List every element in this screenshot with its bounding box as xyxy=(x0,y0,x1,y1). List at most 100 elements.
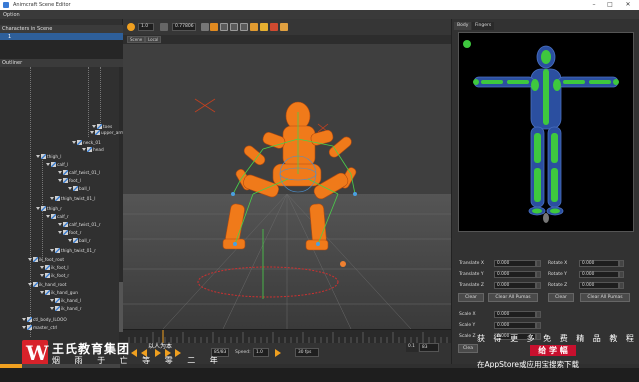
camera-icon[interactable] xyxy=(250,23,258,31)
light-icon[interactable] xyxy=(260,23,268,31)
expand-arrow-icon[interactable] xyxy=(28,283,32,286)
expand-arrow-icon[interactable] xyxy=(58,171,62,174)
outliner-row[interactable]: head xyxy=(82,147,104,153)
expand-arrow-icon[interactable] xyxy=(40,291,44,294)
scale-x-spinner[interactable] xyxy=(536,311,541,318)
expand-arrow-icon[interactable] xyxy=(40,274,44,277)
outliner-row[interactable]: calf_r xyxy=(46,214,69,220)
root-selector[interactable] xyxy=(543,213,549,223)
expand-arrow-icon[interactable] xyxy=(50,197,54,200)
translate-z-input[interactable]: 0.000 xyxy=(494,282,536,289)
tab-fingers[interactable]: Fingers xyxy=(472,22,495,30)
loop-icon[interactable] xyxy=(275,349,281,357)
outliner-row[interactable]: ik_hand_root xyxy=(28,282,66,288)
speed-field[interactable]: 1.0 xyxy=(253,348,269,357)
translate-y-input[interactable]: 0.000 xyxy=(494,271,536,278)
rotate-y-spinner[interactable] xyxy=(619,271,624,278)
outliner-row[interactable]: foot_r xyxy=(58,230,81,236)
expand-arrow-icon[interactable] xyxy=(46,163,50,166)
toolbar-field-1[interactable]: 1.0 xyxy=(138,23,154,31)
outliner-row[interactable]: ik_hand_l xyxy=(50,298,81,304)
3d-viewport[interactable] xyxy=(123,44,451,329)
outliner-row[interactable]: thigh_twist_01_l xyxy=(50,196,95,202)
outliner-row[interactable]: ctl_body_ILOOO xyxy=(22,317,67,323)
tab-body[interactable]: Body xyxy=(454,22,472,30)
expand-arrow-icon[interactable] xyxy=(50,307,54,310)
tab-local[interactable]: Local xyxy=(145,36,162,43)
expand-arrow-icon[interactable] xyxy=(68,187,72,190)
outliner-row[interactable]: foot_l xyxy=(58,178,81,184)
expand-arrow-icon[interactable] xyxy=(28,258,32,261)
rotate-x-input[interactable]: 0.000 xyxy=(579,260,619,267)
expand-arrow-icon[interactable] xyxy=(50,249,54,252)
scale-y-input[interactable]: 0.000 xyxy=(494,322,536,329)
expand-arrow-icon[interactable] xyxy=(40,266,44,269)
outliner-row[interactable]: upper_arm xyxy=(90,130,123,136)
outliner-row[interactable]: thigh_r xyxy=(36,206,62,212)
frame-count-field[interactable]: 83 xyxy=(419,343,439,352)
expand-arrow-icon[interactable] xyxy=(58,179,62,182)
clear-scale-button[interactable]: Clea xyxy=(458,344,478,353)
scale-x-input[interactable]: 0.000 xyxy=(494,311,536,318)
outliner-row[interactable]: master_ctrl xyxy=(22,325,57,331)
expand-arrow-icon[interactable] xyxy=(22,318,26,321)
expand-arrow-icon[interactable] xyxy=(36,155,40,158)
expand-arrow-icon[interactable] xyxy=(50,299,54,302)
maximize-button[interactable]: □ xyxy=(604,1,616,9)
translate-y-spinner[interactable] xyxy=(536,271,541,278)
expand-arrow-icon[interactable] xyxy=(90,131,94,134)
outliner-row[interactable]: ik_foot_r xyxy=(40,273,69,279)
expand-arrow-icon[interactable] xyxy=(68,239,72,242)
outliner-row[interactable]: thigh_l xyxy=(36,154,61,160)
character-list-item[interactable]: 1 xyxy=(0,33,123,40)
expand-arrow-icon[interactable] xyxy=(92,125,96,128)
outliner-row[interactable]: ik_foot_root xyxy=(28,257,64,263)
scale-y-spinner[interactable] xyxy=(536,322,541,329)
pivot-marker[interactable] xyxy=(340,261,346,267)
outliner-row[interactable]: calf_twist_01_l xyxy=(58,170,100,176)
outliner-row[interactable]: neck_01 xyxy=(72,140,101,146)
expand-arrow-icon[interactable] xyxy=(58,231,62,234)
measure-icon[interactable] xyxy=(160,23,168,31)
clear-translate-button[interactable]: Clear xyxy=(458,293,484,302)
close-button[interactable]: ✕ xyxy=(622,1,634,9)
toolbar-field-2[interactable]: 0.77806 xyxy=(172,23,196,31)
grid-icon[interactable] xyxy=(230,23,238,31)
flag-icon[interactable] xyxy=(270,23,278,31)
grid-icon[interactable] xyxy=(220,23,228,31)
outliner-row[interactable]: ik_hand_r xyxy=(50,306,82,312)
expand-arrow-icon[interactable] xyxy=(58,223,62,226)
outliner-row[interactable]: ik_hand_gun xyxy=(40,290,78,296)
outliner-tree[interactable]: toes upper_arm neck_01 head thigh_l calf_l cal… xyxy=(0,67,123,347)
clear-all-pumas-button[interactable]: Clear All Pumas xyxy=(488,293,538,302)
outliner-row[interactable]: ball_l xyxy=(68,186,90,192)
body-picker[interactable] xyxy=(458,32,634,232)
timeline-ruler[interactable] xyxy=(123,329,451,344)
bone-selectors[interactable] xyxy=(473,50,619,214)
rotate-x-spinner[interactable] xyxy=(619,260,624,267)
wireframe-icon[interactable] xyxy=(240,23,248,31)
expand-arrow-icon[interactable] xyxy=(72,141,76,144)
menu-option[interactable]: Option xyxy=(3,12,20,18)
rotate-z-input[interactable]: 0.000 xyxy=(579,282,619,289)
expand-arrow-icon[interactable] xyxy=(22,326,26,329)
gear-icon[interactable] xyxy=(127,23,135,31)
outliner-row[interactable]: calf_l xyxy=(46,162,68,168)
expand-arrow-icon[interactable] xyxy=(82,148,86,151)
outliner-row[interactable]: thigh_twist_01_r xyxy=(50,248,96,254)
translate-x-input[interactable]: 0.000 xyxy=(494,260,536,267)
expand-arrow-icon[interactable] xyxy=(36,207,40,210)
sun-icon[interactable] xyxy=(210,23,218,31)
minimize-button[interactable]: – xyxy=(588,1,600,9)
outliner-row[interactable]: ball_r xyxy=(68,238,91,244)
rotate-y-input[interactable]: 0.000 xyxy=(579,271,619,278)
tab-scene[interactable]: Scene xyxy=(127,36,146,43)
toggle-icon[interactable] xyxy=(201,23,209,31)
translate-z-spinner[interactable] xyxy=(536,282,541,289)
rotate-z-spinner[interactable] xyxy=(619,282,624,289)
clear-all-pumas-rotate-button[interactable]: Clear All Pumas xyxy=(580,293,630,302)
outliner-row[interactable]: calf_twist_01_r xyxy=(58,222,101,228)
clear-rotate-button[interactable]: Clear xyxy=(548,293,574,302)
fps-select[interactable]: 30 fps xyxy=(295,348,319,357)
expand-arrow-icon[interactable] xyxy=(46,215,50,218)
